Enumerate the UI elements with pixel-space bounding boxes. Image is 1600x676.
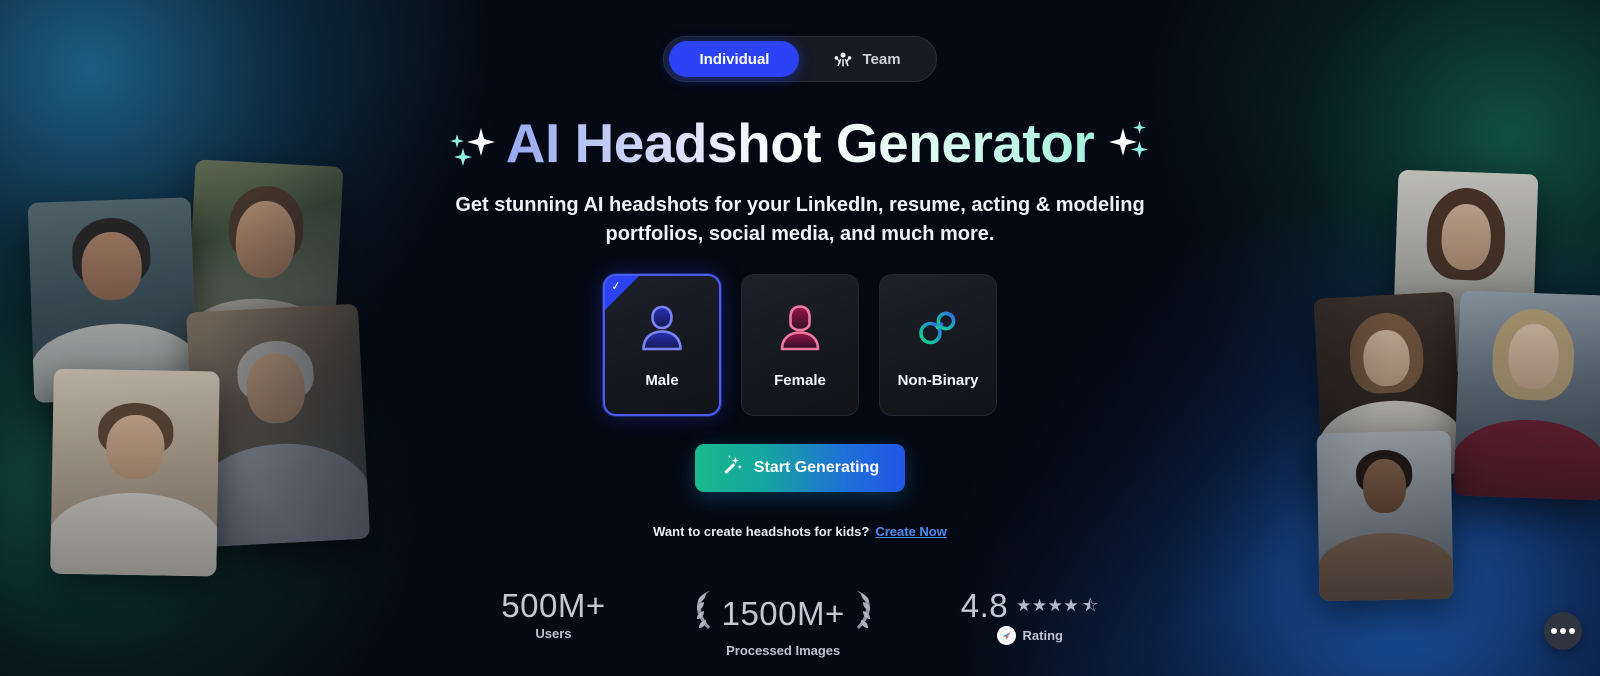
gender-card-male[interactable]: ✓ Male: [603, 273, 721, 416]
kids-question-text: Want to create headshots for kids?: [653, 523, 870, 539]
toggle-team-label: Team: [862, 50, 901, 68]
male-avatar-icon: [640, 300, 684, 356]
stat-users: 500M+ Users: [501, 586, 606, 641]
dot-icon: [1551, 628, 1557, 634]
start-generating-label: Start Generating: [753, 458, 880, 476]
trustpilot-badge-icon: [996, 626, 1016, 645]
toggle-individual-label: Individual: [699, 50, 770, 68]
page-title: AI Headshot Generator: [505, 112, 1095, 174]
sparkle-left-icon: [449, 118, 495, 170]
rating-stars: ★★★★ ⯪: [1016, 597, 1099, 614]
stat-processed-images: 1500M+ Processed Images: [692, 588, 875, 658]
stat-users-value: 500M+: [501, 586, 606, 624]
stat-rating-value: 4.8: [960, 586, 1009, 624]
laurel-right-icon: [853, 588, 875, 641]
stat-rating-value-row: 4.8 ★★★★ ⯪: [960, 586, 1099, 624]
gender-card-nonbinary[interactable]: Non-Binary: [879, 273, 997, 416]
stat-processed-images-value-row: 1500M+: [692, 588, 875, 641]
hero-content: Individual Team AI Headshot Generator Ge…: [0, 0, 1600, 539]
female-avatar-icon: [778, 300, 822, 356]
more-options-fab[interactable]: [1544, 612, 1582, 650]
stat-rating-label-row: Rating: [996, 626, 1063, 645]
stats-bar: 500M+ Users 1500M+ Processed Images 4.8 …: [0, 586, 1600, 658]
dot-icon: [1560, 628, 1566, 634]
team-group-icon: [833, 51, 853, 67]
gender-card-male-label: Male: [645, 372, 679, 390]
stat-processed-images-label: Processed Images: [726, 643, 841, 658]
page-subtitle: Get stunning AI headshots for your Linke…: [455, 193, 1145, 246]
toggle-option-individual[interactable]: Individual: [669, 41, 800, 77]
sparkle-right-icon: [1108, 118, 1150, 170]
stat-users-label: Users: [535, 626, 572, 641]
kids-prompt: Want to create headshots for kids? Creat…: [653, 524, 947, 539]
start-generating-button[interactable]: Start Generating: [694, 443, 906, 492]
gender-selector: ✓ Male Female Non-Binary: [603, 273, 997, 416]
audience-toggle[interactable]: Individual Team: [663, 36, 937, 82]
stat-processed-images-value: 1500M+: [721, 595, 845, 633]
check-icon: ✓: [610, 278, 622, 294]
create-now-link[interactable]: Create Now: [875, 524, 947, 539]
page-title-row: AI Headshot Generator: [449, 112, 1151, 174]
rating-full-stars: ★★★★: [1016, 596, 1080, 616]
gender-card-female[interactable]: Female: [741, 273, 859, 416]
laurel-left-icon: [692, 588, 714, 641]
dot-icon: [1569, 628, 1575, 634]
nonbinary-infinity-icon: [915, 300, 961, 356]
gender-card-female-label: Female: [774, 372, 826, 390]
magic-wand-icon: [721, 454, 743, 481]
stat-rating-label: Rating: [1022, 628, 1063, 643]
gender-card-nonbinary-label: Non-Binary: [897, 372, 979, 390]
toggle-option-team[interactable]: Team: [803, 41, 930, 77]
page-root: Individual Team AI Headshot Generator Ge…: [0, 0, 1600, 676]
stat-rating: 4.8 ★★★★ ⯪ Rating: [960, 586, 1099, 645]
rating-half-star: ⯪: [1082, 596, 1099, 616]
